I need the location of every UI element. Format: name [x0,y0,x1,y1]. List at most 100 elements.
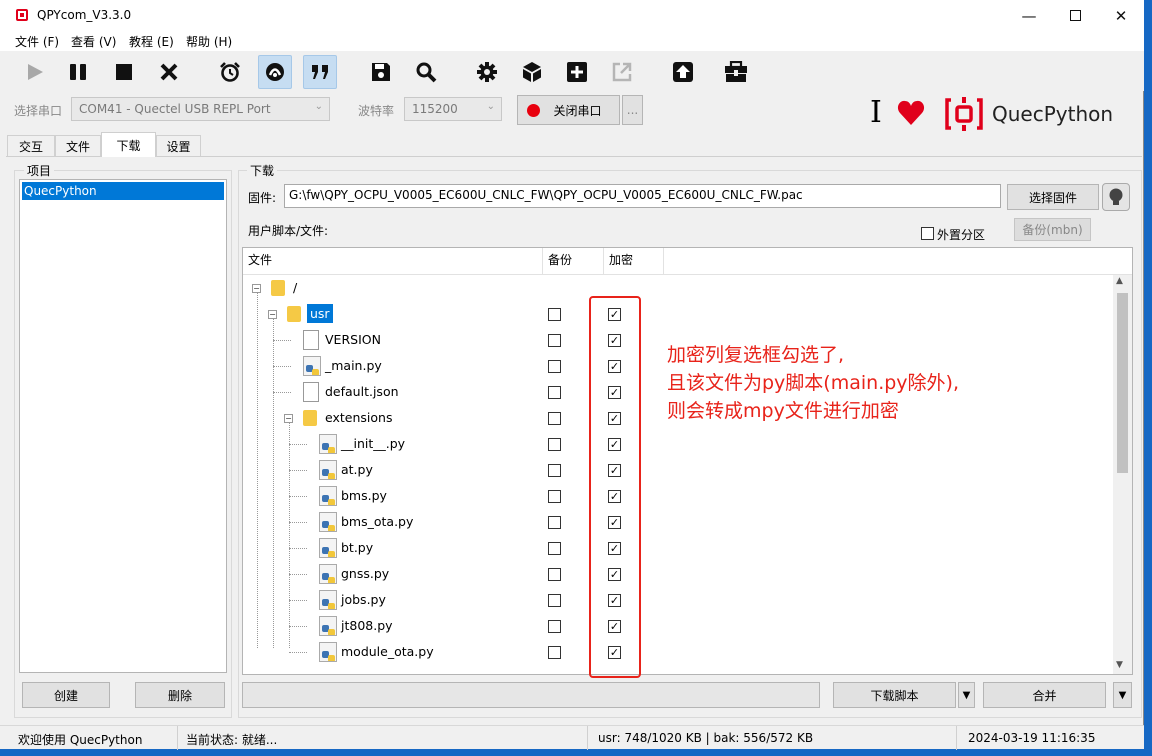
status-bar: 欢迎使用 QuecPython 当前状态: 就绪... usr: 748/102… [0,725,1144,750]
tree-row[interactable]: bt.py ✓ [243,535,1111,561]
tree-branch-line [289,470,307,471]
column-backup[interactable]: 备份 [543,248,604,274]
project-list[interactable]: QuecPython [19,179,227,673]
toolbox-icon[interactable] [719,55,753,89]
column-file[interactable]: 文件 [243,248,543,274]
user-scripts-label: 用户脚本/文件: [248,224,329,238]
alarm-clock-icon[interactable] [213,55,247,89]
list-item[interactable]: QuecPython [22,182,224,200]
backup-checkbox[interactable] [548,620,561,633]
tree-row[interactable]: module_ota.py ✓ [243,639,1111,665]
port-more-button[interactable]: ... [622,95,643,125]
collapse-icon[interactable]: − [268,310,277,319]
port-select[interactable]: COM41 - Quectel USB REPL Port ⌄ [71,97,330,121]
pause-icon[interactable] [61,55,95,89]
gear-icon[interactable] [470,55,504,89]
menu-file[interactable]: 文件 (F) [15,33,59,50]
tree-row[interactable]: − usr ✓ [243,301,1111,327]
add-icon[interactable] [560,55,594,89]
backup-checkbox[interactable] [548,490,561,503]
select-firmware-button[interactable]: 选择固件 [1007,184,1099,210]
backup-checkbox[interactable] [548,386,561,399]
baud-value: 115200 [412,102,458,116]
save-icon[interactable] [364,55,398,89]
gateway-icon[interactable] [258,55,292,89]
tree-row[interactable]: bms.py ✓ [243,483,1111,509]
tree-row[interactable]: jobs.py ✓ [243,587,1111,613]
tree-branch-line [273,366,291,367]
baud-select[interactable]: 115200 ⌄ [404,97,502,121]
collapse-icon[interactable]: − [252,284,261,293]
tree-branch-line [273,340,291,341]
delete-project-button[interactable]: 删除 [135,682,225,708]
tree-row[interactable]: __init__.py ✓ [243,431,1111,457]
menu-view[interactable]: 查看 (V) [71,33,116,50]
tab-download[interactable]: 下载 [101,132,156,157]
tree-row[interactable]: gnss.py ✓ [243,561,1111,587]
backup-checkbox[interactable] [548,568,561,581]
file-tree[interactable]: 文件 备份 加密 − / − usr ✓ VERSION ✓ _main.py ✓ default… [242,247,1133,675]
merge-button[interactable]: 合并 [983,682,1106,708]
tab-settings[interactable]: 设置 [156,135,201,156]
menu-tutorial[interactable]: 教程 (E) [129,33,174,50]
quote-icon[interactable] [303,55,337,89]
tab-interact[interactable]: 交互 [7,135,55,156]
create-project-button[interactable]: 创建 [22,682,110,708]
tree-row[interactable]: bms_ota.py ✓ [243,509,1111,535]
column-encrypt[interactable]: 加密 [604,248,664,274]
close-window-icon[interactable]: ✕ [1098,0,1144,31]
tree-row[interactable]: jt808.py ✓ [243,613,1111,639]
backup-checkbox[interactable] [548,516,561,529]
tree-row[interactable]: − / [243,275,1111,301]
chevron-down-icon: ⌄ [314,101,323,112]
backup-checkbox[interactable] [548,646,561,659]
export-icon[interactable] [605,55,639,89]
merge-dropdown-icon[interactable]: ▼ [1113,682,1132,708]
minimize-icon[interactable]: — [1006,0,1052,31]
backup-checkbox[interactable] [548,464,561,477]
backup-checkbox[interactable] [548,594,561,607]
annotation-line-2: 且该文件为py脚本(main.py除外), [667,372,959,394]
backup-checkbox[interactable] [548,438,561,451]
backup-checkbox[interactable] [548,412,561,425]
menu-help[interactable]: 帮助 (H) [186,33,232,50]
tree-item-name: usr [307,304,333,323]
tab-divider [6,156,1142,157]
maximize-icon[interactable] [1052,0,1098,31]
python-file-icon [319,486,337,506]
backup-checkbox[interactable] [548,360,561,373]
tree-item-name: bms_ota.py [341,514,414,529]
external-partition-checkbox[interactable] [921,227,934,240]
status-storage: usr: 748/1020 KB | bak: 556/572 KB [592,726,957,750]
download-script-button[interactable]: 下载脚本 [833,682,956,708]
firmware-label: 固件: [248,191,277,205]
download-dropdown-icon[interactable]: ▼ [958,682,975,708]
scrollbar-thumb[interactable] [1117,293,1128,473]
tab-file[interactable]: 文件 [55,135,101,156]
python-file-icon [319,434,337,454]
upload-icon[interactable] [666,55,700,89]
lightbulb-icon[interactable] [1102,183,1130,211]
project-group-title: 项目 [24,162,55,179]
collapse-icon[interactable]: − [284,414,293,423]
stop-icon[interactable] [107,55,141,89]
python-file-icon [319,538,337,558]
python-file-icon [319,564,337,584]
tree-row[interactable]: at.py ✓ [243,457,1111,483]
close-icon[interactable] [152,55,186,89]
tree-item-name: bt.py [341,540,374,555]
scroll-up-icon[interactable]: ▲ [1116,276,1123,286]
backup-checkbox[interactable] [548,308,561,321]
firmware-path-input[interactable]: G:\fw\QPY_OCPU_V0005_EC600U_CNLC_FW\QPY_… [284,184,1001,208]
search-icon[interactable] [409,55,443,89]
vertical-scrollbar[interactable]: ▲ ▼ [1113,275,1132,674]
tree-item-name: _main.py [325,358,382,373]
backup-mbn-button[interactable]: 备份(mbn) [1014,218,1091,241]
port-value: COM41 - Quectel USB REPL Port [79,102,271,116]
run-icon[interactable] [18,55,52,89]
package-icon[interactable] [515,55,549,89]
backup-checkbox[interactable] [548,542,561,555]
scroll-down-icon[interactable]: ▼ [1116,660,1123,670]
close-port-button[interactable]: 关闭串口 [517,95,620,125]
backup-checkbox[interactable] [548,334,561,347]
